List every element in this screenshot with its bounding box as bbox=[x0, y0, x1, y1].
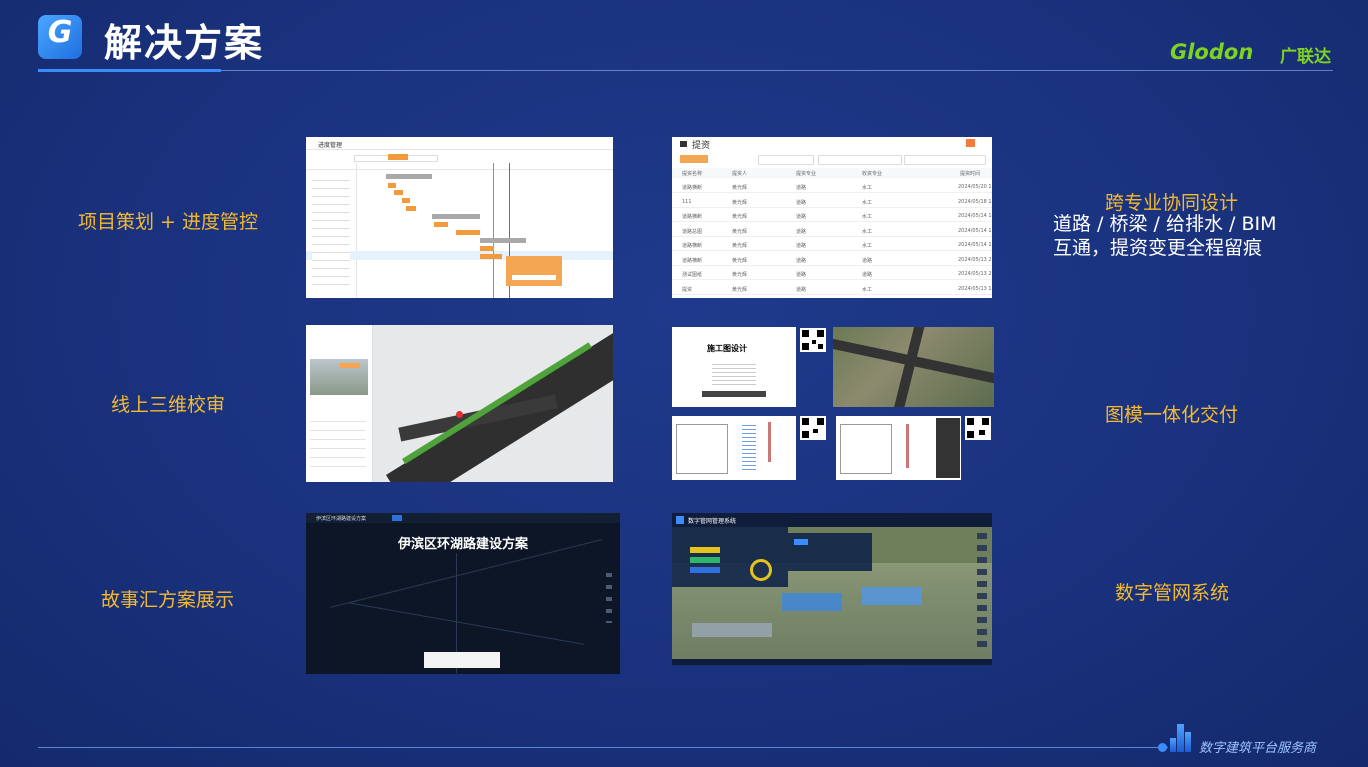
table-row bbox=[672, 279, 992, 280]
table-cell: 2024/05/14 14:51 bbox=[958, 213, 992, 219]
table-cell: 道路 bbox=[796, 185, 807, 191]
table-cell: 黄光辉 bbox=[732, 272, 748, 278]
story-screenshot: 伊滨区环湖路建设方案 伊滨区环湖路建设方案 bbox=[306, 513, 620, 674]
solution-label-pipeline: 数字管网系统 bbox=[1115, 582, 1230, 604]
story-tab-title: 伊滨区环湖路建设方案 bbox=[316, 516, 367, 522]
table-cell: 道路 bbox=[796, 214, 807, 220]
title-underline bbox=[38, 69, 221, 72]
table-cell[interactable]: 道路横断 bbox=[682, 184, 702, 191]
table-cell[interactable]: 道路总图 bbox=[682, 228, 702, 235]
drawing-plan-right bbox=[836, 416, 961, 480]
table-cell: 2024/05/13 21:59 bbox=[958, 256, 992, 263]
footer-slogan: 数字建筑平台服务商 bbox=[1199, 741, 1317, 756]
solution-label-3d-review: 线上三维校审 bbox=[111, 394, 226, 416]
table-cell: 道路 bbox=[796, 228, 807, 235]
solution-desc-line1: 道路 / 桥梁 / 给排水 / BIM bbox=[1053, 213, 1277, 235]
table-cell: 2024/05/14 16:18 bbox=[958, 227, 992, 234]
footer-divider bbox=[38, 747, 1168, 748]
aerial-model-view bbox=[833, 327, 994, 407]
table-cell: 水工 bbox=[862, 286, 873, 293]
col-header: 提资专业 bbox=[796, 171, 817, 177]
table-cell: 道路 bbox=[796, 286, 807, 293]
schedule-title: 进度管理 bbox=[318, 142, 343, 149]
review-3d-screenshot bbox=[306, 325, 613, 482]
table-cell: 水工 bbox=[862, 214, 873, 220]
col-header: 提资时间 bbox=[960, 171, 981, 177]
table-cell: 道路 bbox=[796, 243, 807, 249]
table-cell: 水工 bbox=[862, 243, 873, 249]
solution-label-story: 故事汇方案展示 bbox=[101, 589, 235, 611]
table-cell: 水工 bbox=[862, 199, 873, 206]
table-row bbox=[672, 235, 992, 237]
table-cell: 黄光辉 bbox=[732, 185, 748, 191]
col-header: 收资专业 bbox=[862, 171, 883, 177]
table-row bbox=[672, 293, 992, 295]
table-cell: 2024/05/14 16:10 bbox=[958, 242, 992, 248]
table-cell: 道路 bbox=[796, 257, 807, 264]
table-cell[interactable]: 测试图纸 bbox=[682, 271, 702, 278]
table-cell[interactable]: 提资 bbox=[682, 286, 692, 293]
solution-label-collab: 跨专业协同设计 bbox=[1105, 192, 1239, 214]
story-title: 伊滨区环湖路建设方案 bbox=[397, 537, 528, 552]
table-cell[interactable]: 道路横断 bbox=[682, 213, 702, 220]
table-cell: 道路 bbox=[862, 272, 873, 278]
table-cell: 黄光辉 bbox=[732, 228, 748, 235]
table-cell: 水工 bbox=[862, 228, 873, 235]
solution-desc-line2: 互通，提资变更全程留痕 bbox=[1053, 237, 1263, 259]
drawing-plan-left bbox=[672, 416, 796, 480]
table-cell[interactable]: 道路横断 bbox=[682, 257, 702, 264]
table-cell: 黄光辉 bbox=[732, 199, 748, 206]
table-row bbox=[672, 250, 992, 251]
search-input[interactable] bbox=[904, 155, 986, 165]
table-cell: 黄光辉 bbox=[732, 286, 748, 293]
solution-label-planning: 项目策划 + 进度管控 bbox=[78, 211, 258, 233]
qr-code-icon bbox=[965, 416, 991, 440]
col-header: 提资人 bbox=[732, 171, 748, 177]
table-cell: 2024/05/18 14:47 bbox=[958, 198, 992, 205]
building-icon bbox=[1170, 722, 1194, 752]
table-row bbox=[672, 264, 992, 266]
table-cell: 道路 bbox=[862, 257, 873, 264]
new-submit-button[interactable] bbox=[680, 155, 708, 163]
table-cell[interactable]: 道路横断 bbox=[682, 242, 702, 249]
drawing-cover: 施工图设计 bbox=[672, 327, 796, 407]
table-cell: 道路 bbox=[796, 199, 807, 206]
schedule-screenshot: 进度管理 bbox=[306, 137, 613, 298]
table-cell: 水工 bbox=[862, 185, 873, 191]
table-cell: 2024/05/13 18:15 bbox=[958, 285, 992, 292]
table-cell: 2024/05/13 20:30 bbox=[958, 271, 992, 277]
footer-dot bbox=[1158, 743, 1167, 752]
filter-select-2[interactable] bbox=[818, 155, 902, 165]
header-divider bbox=[221, 70, 1333, 71]
col-header: 提资名称 bbox=[682, 171, 703, 177]
solution-label-delivery: 图模一体化交付 bbox=[1105, 404, 1239, 426]
page-title: 解决方案 bbox=[104, 21, 265, 65]
filter-select-1[interactable] bbox=[758, 155, 814, 165]
table-cell: 道路 bbox=[796, 272, 807, 278]
pipeline-title: 数字管网管理系统 bbox=[688, 518, 737, 525]
table-row bbox=[672, 206, 992, 208]
glodon-logo: G bbox=[38, 15, 82, 59]
avatar bbox=[966, 139, 975, 147]
table-cell: 黄光辉 bbox=[732, 243, 748, 249]
table-row bbox=[672, 221, 992, 222]
table-cell: 黄光辉 bbox=[732, 214, 748, 220]
pipeline-screenshot: 数字管网管理系统 bbox=[672, 513, 992, 665]
drawing-title: 施工图设计 bbox=[707, 344, 747, 353]
brand-logo-text: Glodon bbox=[1170, 40, 1254, 64]
brand-logo-cn: 广联达 bbox=[1280, 47, 1331, 67]
table-row bbox=[672, 192, 992, 193]
table-cell: 2024/05/20 15:03 bbox=[958, 184, 992, 190]
table-cell: 黄光辉 bbox=[732, 257, 748, 264]
location-marker-icon bbox=[456, 411, 463, 418]
home-icon bbox=[680, 141, 687, 147]
submit-screenshot: 提资 提资名称 提资人 提资专业 收资专业 提资时间 道路横断 黄光辉 道路 水工 20… bbox=[672, 137, 992, 298]
qr-code-icon bbox=[800, 416, 826, 440]
table-cell[interactable]: 111 bbox=[682, 199, 692, 205]
qr-code-icon bbox=[800, 328, 826, 352]
submit-title: 提资 bbox=[692, 141, 711, 151]
